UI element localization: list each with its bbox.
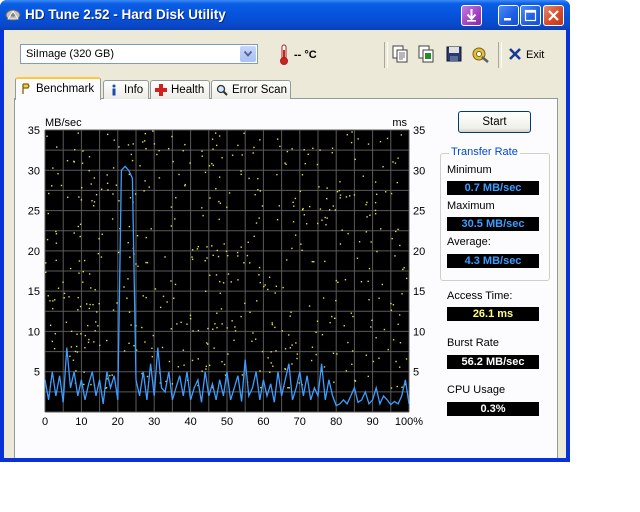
maximize-button[interactable] <box>520 5 541 26</box>
minimum-label: Minimum <box>447 164 492 176</box>
tab-benchmark[interactable]: Benchmark <box>15 77 101 100</box>
save-icon[interactable] <box>444 44 464 64</box>
toolbar-separator <box>498 42 502 68</box>
start-button[interactable]: Start <box>458 111 531 133</box>
cpu-usage-label: CPU Usage <box>447 384 506 396</box>
window-title: HD Tune 2.52 - Hard Disk Utility <box>25 7 226 22</box>
tab-info[interactable]: Info <box>103 80 149 99</box>
temperature-readout: -- °C <box>294 49 317 61</box>
toolbar-separator <box>384 42 388 68</box>
close-button[interactable] <box>543 5 564 26</box>
info-icon <box>112 84 116 96</box>
drive-select-value: SiImage (320 GB) <box>26 48 115 60</box>
app-icon <box>5 9 21 21</box>
minimize-button[interactable] <box>498 5 519 26</box>
copy-text-icon[interactable] <box>390 44 410 64</box>
maximum-value: 30.5 MB/sec <box>447 217 539 231</box>
access-time-value: 26.1 ms <box>447 307 539 321</box>
minimize-icon <box>504 18 511 21</box>
chevron-down-icon <box>244 51 252 57</box>
tab-error-scan[interactable]: Error Scan <box>211 80 291 99</box>
thermometer-icon <box>280 44 288 65</box>
tab-health[interactable]: Health <box>150 80 210 99</box>
close-icon <box>548 10 559 21</box>
exit-label: Exit <box>526 49 545 61</box>
benchmark-icon <box>22 83 30 94</box>
burst-rate-label: Burst Rate <box>447 337 499 349</box>
tab-info-label: Info <box>124 84 144 96</box>
transfer-rate-title: Transfer Rate <box>449 146 520 158</box>
tab-benchmark-label: Benchmark <box>36 83 95 95</box>
cpu-usage-value: 0.3% <box>447 402 539 416</box>
down-arrow-icon <box>466 9 477 22</box>
start-button-label: Start <box>482 116 507 128</box>
maximum-label: Maximum <box>447 200 495 212</box>
health-icon <box>155 84 167 96</box>
drive-select[interactable]: SiImage (320 GB) <box>20 44 258 64</box>
maximize-icon <box>524 9 537 22</box>
tab-error-scan-label: Error Scan <box>232 84 287 96</box>
average-value: 4.3 MB/sec <box>447 254 539 268</box>
exit-x-icon <box>509 48 521 60</box>
burst-rate-value: 56.2 MB/sec <box>447 355 539 369</box>
minimum-value: 0.7 MB/sec <box>447 181 539 195</box>
drive-dropdown-button[interactable] <box>240 46 256 62</box>
window-bottom-border <box>0 458 570 462</box>
average-label: Average: <box>447 236 491 248</box>
tab-health-label: Health <box>171 84 205 96</box>
access-time-label: Access Time: <box>447 290 513 302</box>
error-scan-icon <box>216 84 228 96</box>
copy-info-icon[interactable] <box>416 44 436 64</box>
title-bar[interactable]: HD Tune 2.52 - Hard Disk Utility <box>0 0 570 30</box>
options-icon[interactable] <box>470 44 490 64</box>
download-button[interactable] <box>461 5 482 26</box>
